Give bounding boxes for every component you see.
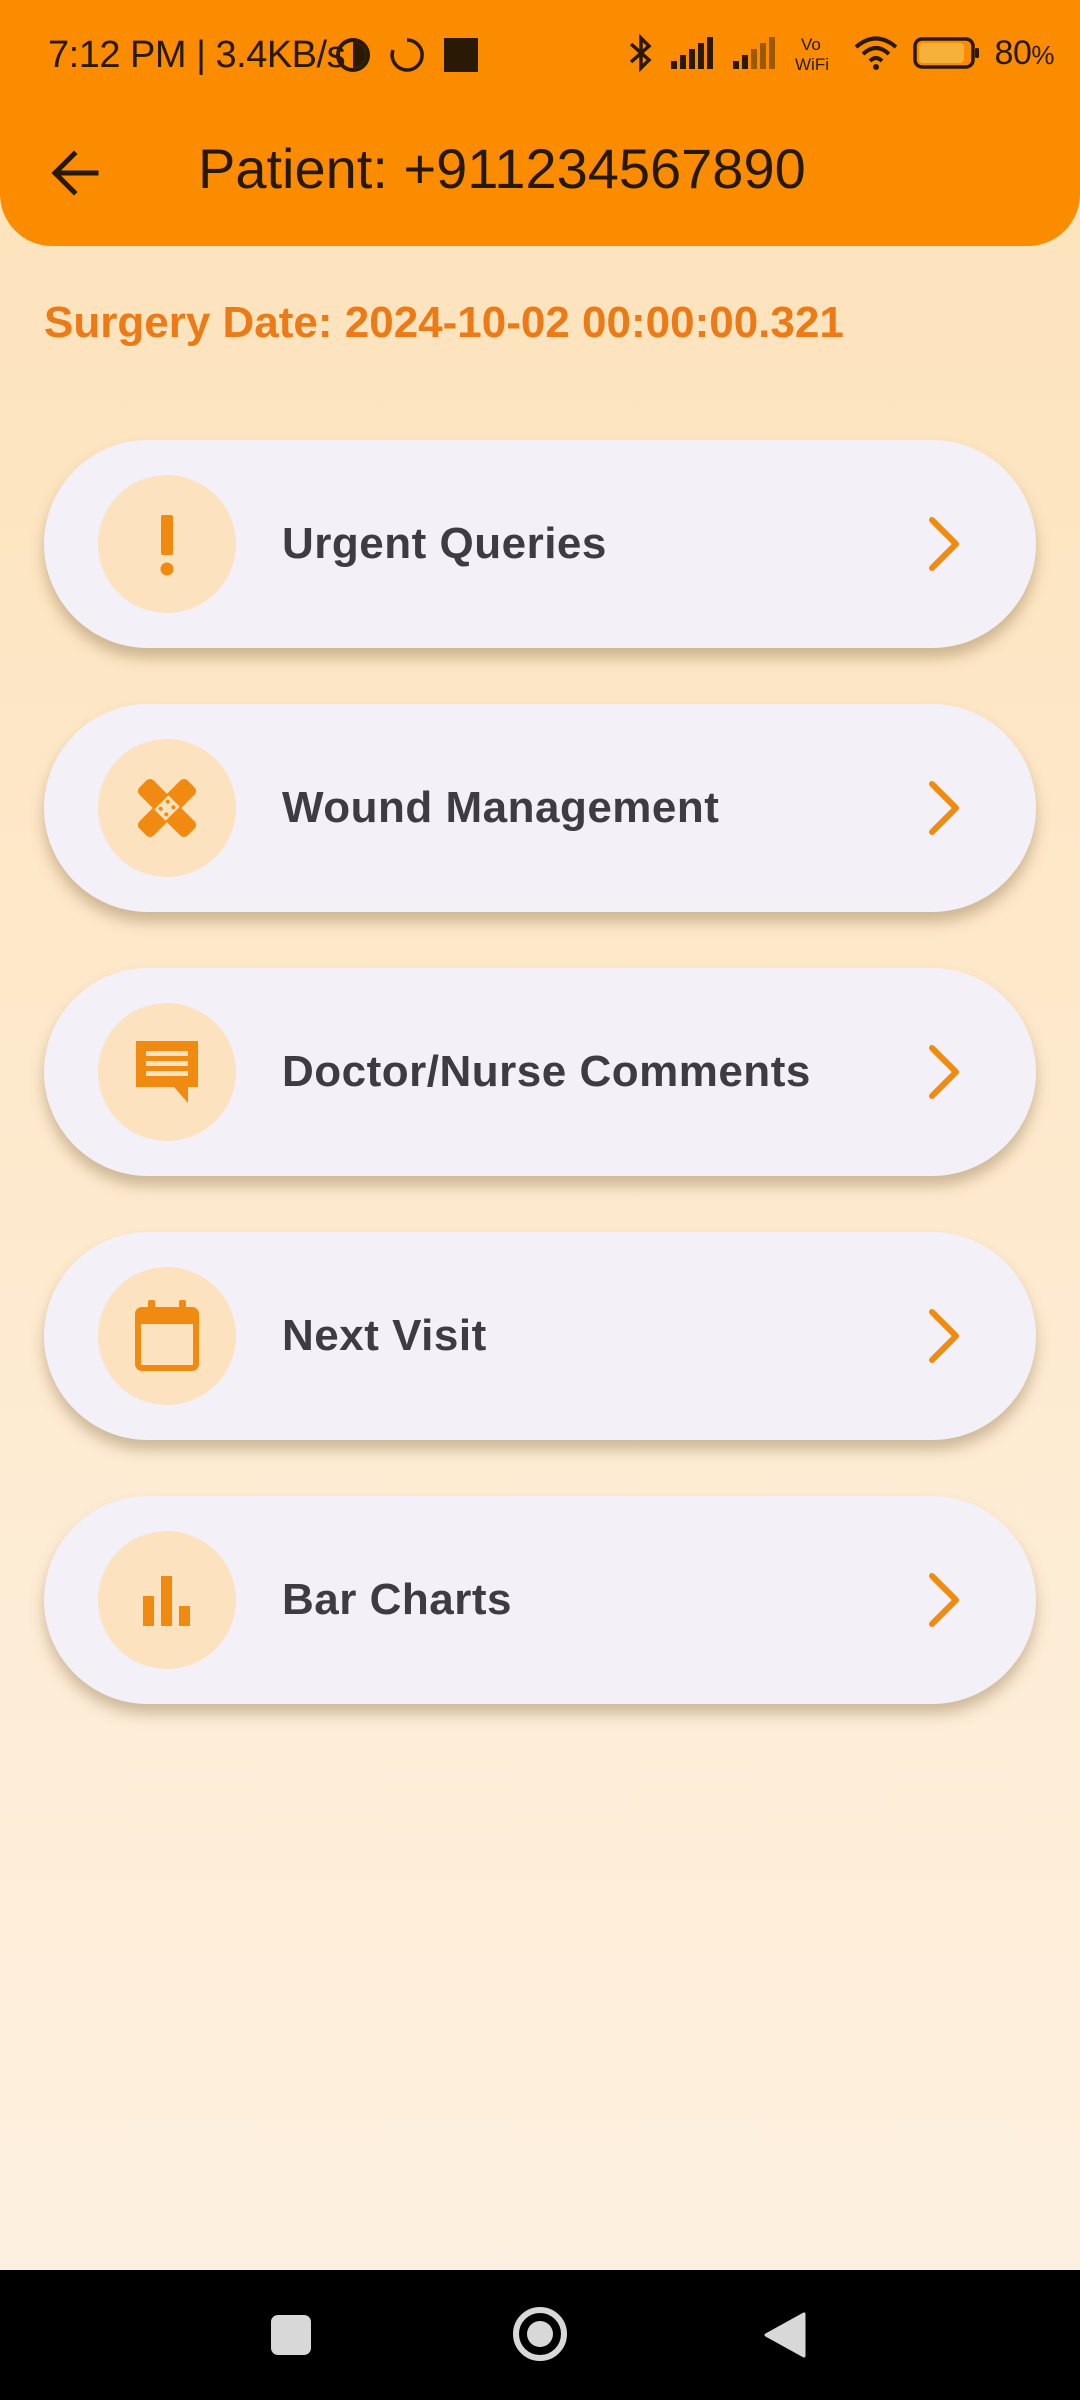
menu-icon-background xyxy=(98,1003,236,1141)
page-title: Patient: +911234567890 xyxy=(198,137,806,200)
menu-icon-background xyxy=(98,1267,236,1405)
exclamation-icon xyxy=(160,515,174,576)
vowifi-label-bottom: WiFi xyxy=(795,55,829,74)
menu-item-wound-management[interactable]: Wound Management xyxy=(44,704,1036,912)
recents-icon[interactable] xyxy=(268,2312,314,2358)
status-icons-right: Vo WiFi 80% xyxy=(627,32,1054,74)
comment-icon xyxy=(136,1041,198,1103)
title-row: Patient: +911234567890 xyxy=(0,116,1080,226)
bluetooth-icon xyxy=(629,33,652,73)
status-icons-left xyxy=(334,36,480,74)
menu-label: Bar Charts xyxy=(282,1575,512,1624)
surgery-date: Surgery Date: 2024-10-02 00:00:00.321 xyxy=(44,298,844,347)
app-notification-icon xyxy=(444,38,478,72)
menu-item-doctor-nurse-comments[interactable]: Doctor/Nurse Comments xyxy=(44,968,1036,1176)
back-button[interactable] xyxy=(40,138,110,208)
calendar-icon xyxy=(135,1300,199,1371)
bar-chart-icon xyxy=(143,1576,190,1626)
menu-label: Doctor/Nurse Comments xyxy=(282,1047,811,1096)
arrow-back-icon xyxy=(51,150,99,196)
status-time: 7:12 PM | 3.4KB/s xyxy=(48,34,346,76)
signal-strength-icon xyxy=(670,37,713,69)
chevron-right-icon xyxy=(929,1309,959,1363)
menu-label: Urgent Queries xyxy=(282,519,607,568)
loading-spinner-icon xyxy=(390,38,424,72)
vowifi-icon: Vo WiFi xyxy=(795,35,829,74)
chevron-right-icon xyxy=(929,1573,959,1627)
chevron-right-icon xyxy=(929,1045,959,1099)
chevron-right-icon xyxy=(929,781,959,835)
vowifi-label-top: Vo xyxy=(801,35,821,54)
app-bar: 7:12 PM | 3.4KB/s Vo WiFi 80% Patient: +… xyxy=(0,0,1080,246)
home-icon[interactable] xyxy=(510,2304,570,2364)
menu-item-next-visit[interactable]: Next Visit xyxy=(44,1232,1036,1440)
menu-icon-background xyxy=(98,739,236,877)
battery-level: 80 xyxy=(994,33,1032,72)
menu-item-urgent-queries[interactable]: Urgent Queries xyxy=(44,440,1036,648)
back-icon[interactable] xyxy=(762,2310,808,2360)
system-nav-bar xyxy=(0,2270,1080,2400)
chevron-right-icon xyxy=(929,517,959,571)
menu-icon-background xyxy=(98,1531,236,1669)
wifi-icon xyxy=(854,36,897,70)
status-bar: 7:12 PM | 3.4KB/s Vo WiFi 80% xyxy=(0,0,1080,116)
menu-label: Next Visit xyxy=(282,1311,487,1360)
bandage-icon xyxy=(137,778,197,838)
signal-strength-2-icon xyxy=(732,37,775,69)
menu-item-bar-charts[interactable]: Bar Charts xyxy=(44,1496,1036,1704)
alarm-clock-icon xyxy=(336,38,370,72)
menu-label: Wound Management xyxy=(282,783,720,832)
battery-unit: % xyxy=(1031,39,1054,70)
menu-icon-background xyxy=(98,475,236,613)
battery-icon xyxy=(912,37,979,69)
